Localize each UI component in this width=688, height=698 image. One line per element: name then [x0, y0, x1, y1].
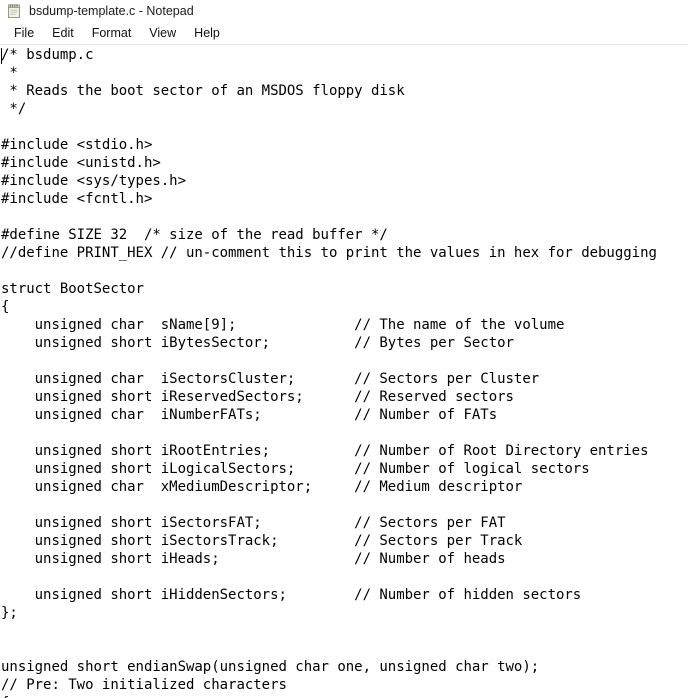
menu-item-edit[interactable]: Edit — [43, 24, 83, 42]
text-caret — [1, 48, 2, 64]
source-code[interactable]: /* bsdump.c * * Reads the boot sector of… — [1, 46, 688, 698]
menu-item-help[interactable]: Help — [185, 24, 229, 42]
window-title: bsdump-template.c - Notepad — [29, 4, 194, 18]
notepad-icon — [6, 3, 22, 19]
title-bar[interactable]: bsdump-template.c - Notepad — [0, 0, 688, 22]
menu-item-format[interactable]: Format — [83, 24, 141, 42]
menu-bar: File Edit Format View Help — [0, 22, 688, 44]
menu-item-view[interactable]: View — [140, 24, 185, 42]
editor-area[interactable]: /* bsdump.c * * Reads the boot sector of… — [0, 45, 688, 698]
menu-item-file[interactable]: File — [5, 24, 43, 42]
notepad-window: bsdump-template.c - Notepad File Edit Fo… — [0, 0, 688, 698]
text-editor[interactable]: /* bsdump.c * * Reads the boot sector of… — [0, 45, 688, 698]
